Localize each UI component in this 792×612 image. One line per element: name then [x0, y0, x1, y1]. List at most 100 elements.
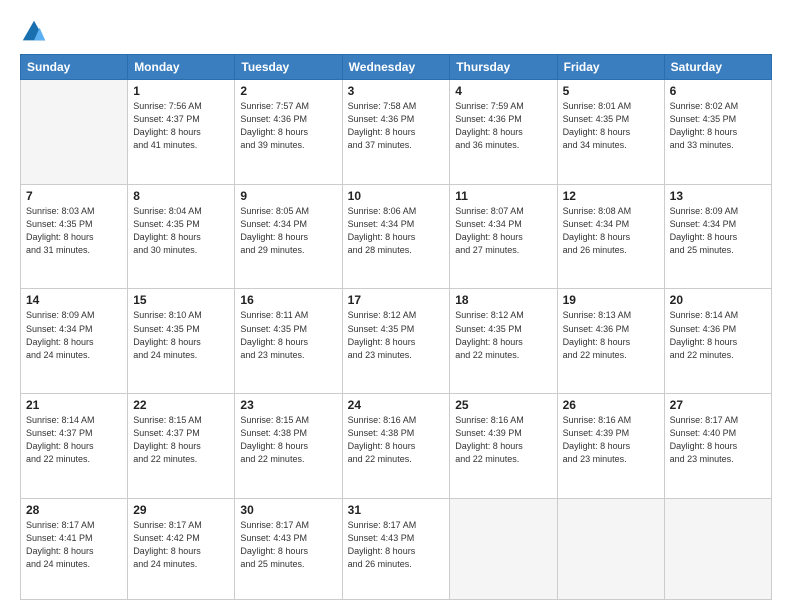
day-info: Sunrise: 8:12 AM Sunset: 4:35 PM Dayligh…: [455, 309, 551, 361]
day-info: Sunrise: 7:56 AM Sunset: 4:37 PM Dayligh…: [133, 100, 229, 152]
day-info: Sunrise: 7:58 AM Sunset: 4:36 PM Dayligh…: [348, 100, 445, 152]
calendar-cell: 28 Sunrise: 8:17 AM Sunset: 4:41 PM Dayli…: [21, 498, 128, 599]
calendar-cell: 7Sunrise: 8:03 AM Sunset: 4:35 PM Daylig…: [21, 184, 128, 289]
calendar-cell: 15 Sunrise: 8:10 AM Sunset: 4:35 PM Dayli…: [128, 289, 235, 394]
day-info: Sunrise: 8:05 AM Sunset: 4:34 PM Dayligh…: [240, 205, 336, 257]
day-number: 24: [348, 398, 445, 412]
calendar-cell: 9 Sunrise: 8:05 AM Sunset: 4:34 PM Daylig…: [235, 184, 342, 289]
day-number: 19: [563, 293, 659, 307]
day-of-week-header: Sunday: [21, 55, 128, 80]
day-of-week-header: Monday: [128, 55, 235, 80]
day-number: 27: [670, 398, 766, 412]
day-info: Sunrise: 8:14 AM Sunset: 4:37 PM Dayligh…: [26, 414, 122, 466]
day-info: Sunrise: 8:16 AM Sunset: 4:39 PM Dayligh…: [563, 414, 659, 466]
calendar-cell: 24 Sunrise: 8:16 AM Sunset: 4:38 PM Dayli…: [342, 394, 450, 499]
calendar-cell: 31 Sunrise: 8:17 AM Sunset: 4:43 PM Dayli…: [342, 498, 450, 599]
calendar-cell: 6 Sunrise: 8:02 AM Sunset: 4:35 PM Daylig…: [664, 80, 771, 185]
day-info: Sunrise: 8:06 AM Sunset: 4:34 PM Dayligh…: [348, 205, 445, 257]
header: [20, 18, 772, 46]
day-number: 6: [670, 84, 766, 98]
day-info: Sunrise: 8:17 AM Sunset: 4:40 PM Dayligh…: [670, 414, 766, 466]
day-info: Sunrise: 8:17 AM Sunset: 4:42 PM Dayligh…: [133, 519, 229, 571]
day-info: Sunrise: 8:17 AM Sunset: 4:43 PM Dayligh…: [348, 519, 445, 571]
day-number: 4: [455, 84, 551, 98]
day-number: 31: [348, 503, 445, 517]
calendar-cell: 22 Sunrise: 8:15 AM Sunset: 4:37 PM Dayli…: [128, 394, 235, 499]
day-number: 28: [26, 503, 122, 517]
day-number: 17: [348, 293, 445, 307]
day-number: 21: [26, 398, 122, 412]
calendar-cell: 13 Sunrise: 8:09 AM Sunset: 4:34 PM Dayli…: [664, 184, 771, 289]
day-info: Sunrise: 8:12 AM Sunset: 4:35 PM Dayligh…: [348, 309, 445, 361]
day-info: Sunrise: 7:59 AM Sunset: 4:36 PM Dayligh…: [455, 100, 551, 152]
day-number: 18: [455, 293, 551, 307]
calendar-cell: 17 Sunrise: 8:12 AM Sunset: 4:35 PM Dayli…: [342, 289, 450, 394]
calendar-cell: 5 Sunrise: 8:01 AM Sunset: 4:35 PM Daylig…: [557, 80, 664, 185]
day-of-week-header: Friday: [557, 55, 664, 80]
day-info: Sunrise: 8:09 AM Sunset: 4:34 PM Dayligh…: [670, 205, 766, 257]
calendar-cell: 14 Sunrise: 8:09 AM Sunset: 4:34 PM Dayli…: [21, 289, 128, 394]
day-number: 13: [670, 189, 766, 203]
calendar-cell: 4 Sunrise: 7:59 AM Sunset: 4:36 PM Daylig…: [450, 80, 557, 185]
day-info: Sunrise: 8:15 AM Sunset: 4:38 PM Dayligh…: [240, 414, 336, 466]
calendar-cell: 12 Sunrise: 8:08 AM Sunset: 4:34 PM Dayli…: [557, 184, 664, 289]
page: SundayMondayTuesdayWednesdayThursdayFrid…: [0, 0, 792, 612]
day-number: 20: [670, 293, 766, 307]
day-info: Sunrise: 8:15 AM Sunset: 4:37 PM Dayligh…: [133, 414, 229, 466]
calendar-cell: 19 Sunrise: 8:13 AM Sunset: 4:36 PM Dayli…: [557, 289, 664, 394]
day-info: Sunrise: 8:16 AM Sunset: 4:38 PM Dayligh…: [348, 414, 445, 466]
day-number: 26: [563, 398, 659, 412]
day-number: 30: [240, 503, 336, 517]
day-info: Sunrise: 8:02 AM Sunset: 4:35 PM Dayligh…: [670, 100, 766, 152]
day-number: 16: [240, 293, 336, 307]
day-info: Sunrise: 8:09 AM Sunset: 4:34 PM Dayligh…: [26, 309, 122, 361]
day-info: Sunrise: 8:16 AM Sunset: 4:39 PM Dayligh…: [455, 414, 551, 466]
day-info: Sunrise: 8:14 AM Sunset: 4:36 PM Dayligh…: [670, 309, 766, 361]
day-number: 1: [133, 84, 229, 98]
day-info: Sunrise: 8:10 AM Sunset: 4:35 PM Dayligh…: [133, 309, 229, 361]
day-info: Sunrise: 8:13 AM Sunset: 4:36 PM Dayligh…: [563, 309, 659, 361]
day-of-week-header: Tuesday: [235, 55, 342, 80]
day-number: 8: [133, 189, 229, 203]
calendar-cell: 1 Sunrise: 7:56 AM Sunset: 4:37 PM Daylig…: [128, 80, 235, 185]
calendar-cell: [557, 498, 664, 599]
calendar-cell: 16 Sunrise: 8:11 AM Sunset: 4:35 PM Dayli…: [235, 289, 342, 394]
day-info: Sunrise: 8:04 AM Sunset: 4:35 PM Dayligh…: [133, 205, 229, 257]
calendar-cell: [664, 498, 771, 599]
day-of-week-header: Saturday: [664, 55, 771, 80]
logo-icon: [20, 18, 48, 46]
day-number: 5: [563, 84, 659, 98]
day-info: Sunrise: 8:01 AM Sunset: 4:35 PM Dayligh…: [563, 100, 659, 152]
day-number: 22: [133, 398, 229, 412]
calendar-cell: 20 Sunrise: 8:14 AM Sunset: 4:36 PM Dayli…: [664, 289, 771, 394]
day-number: 11: [455, 189, 551, 203]
calendar-cell: 8 Sunrise: 8:04 AM Sunset: 4:35 PM Daylig…: [128, 184, 235, 289]
calendar-cell: [450, 498, 557, 599]
day-info: Sunrise: 7:57 AM Sunset: 4:36 PM Dayligh…: [240, 100, 336, 152]
day-info: Sunrise: 8:17 AM Sunset: 4:41 PM Dayligh…: [26, 519, 122, 571]
day-of-week-header: Thursday: [450, 55, 557, 80]
day-number: 23: [240, 398, 336, 412]
calendar-cell: 3 Sunrise: 7:58 AM Sunset: 4:36 PM Daylig…: [342, 80, 450, 185]
calendar-cell: 10 Sunrise: 8:06 AM Sunset: 4:34 PM Dayli…: [342, 184, 450, 289]
day-number: 15: [133, 293, 229, 307]
calendar-cell: 25Sunrise: 8:16 AM Sunset: 4:39 PM Dayli…: [450, 394, 557, 499]
day-number: 9: [240, 189, 336, 203]
day-number: 10: [348, 189, 445, 203]
day-number: 3: [348, 84, 445, 98]
day-of-week-header: Wednesday: [342, 55, 450, 80]
calendar-cell: 26 Sunrise: 8:16 AM Sunset: 4:39 PM Dayli…: [557, 394, 664, 499]
calendar-cell: 30 Sunrise: 8:17 AM Sunset: 4:43 PM Dayli…: [235, 498, 342, 599]
day-number: 12: [563, 189, 659, 203]
calendar-cell: 27 Sunrise: 8:17 AM Sunset: 4:40 PM Dayli…: [664, 394, 771, 499]
day-info: Sunrise: 8:08 AM Sunset: 4:34 PM Dayligh…: [563, 205, 659, 257]
calendar-table: SundayMondayTuesdayWednesdayThursdayFrid…: [20, 54, 772, 600]
day-info: Sunrise: 8:17 AM Sunset: 4:43 PM Dayligh…: [240, 519, 336, 571]
day-number: 29: [133, 503, 229, 517]
day-info: Sunrise: 8:11 AM Sunset: 4:35 PM Dayligh…: [240, 309, 336, 361]
day-number: 14: [26, 293, 122, 307]
calendar-cell: 11Sunrise: 8:07 AM Sunset: 4:34 PM Dayli…: [450, 184, 557, 289]
calendar-cell: 18 Sunrise: 8:12 AM Sunset: 4:35 PM Dayli…: [450, 289, 557, 394]
calendar-cell: 29 Sunrise: 8:17 AM Sunset: 4:42 PM Dayli…: [128, 498, 235, 599]
logo: [20, 18, 52, 46]
